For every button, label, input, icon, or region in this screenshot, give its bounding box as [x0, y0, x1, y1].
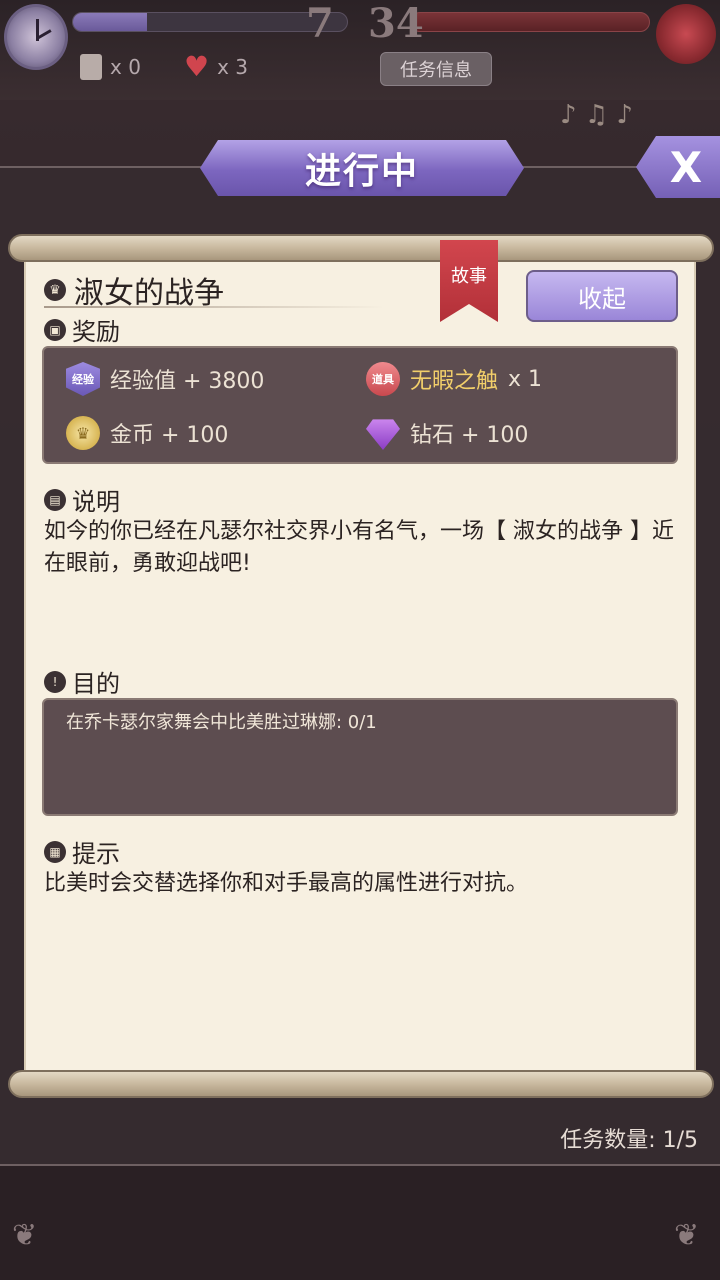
item-badge-icon: 道具 [366, 362, 400, 396]
scroll-rod-top [8, 234, 714, 262]
tip-section-label: ▦ 提示 [44, 834, 120, 869]
tip-label: 提示 [72, 840, 120, 868]
reward-diamond: 钻石 + 100 [366, 416, 528, 450]
top-hud: 7 34 x 0 ♥ x 3 任务信息 [0, 0, 720, 100]
exp-badge-icon: 经验 [66, 362, 100, 396]
reward-item-qty: x 1 [508, 366, 543, 392]
book-icon: ▤ [44, 488, 66, 511]
crown-icon: ♛ [44, 279, 66, 301]
rewards-section-label: ▣ 奖励 [44, 312, 120, 347]
tip-text: 比美时会交替选择你和对手最高的属性进行对抗。 [44, 871, 529, 896]
clock-icon [4, 4, 68, 70]
opponent-score-bar [410, 12, 650, 32]
reward-diamond-text: 钻石 + 100 [410, 423, 529, 448]
reward-exp-text: 经验值 + 3800 [110, 369, 265, 394]
scroll-rod-bottom [8, 1070, 714, 1098]
title-divider [44, 306, 384, 308]
corner-ornament-icon: ❦ [674, 1218, 700, 1253]
heart-icon: ♥ [184, 50, 210, 83]
close-icon: X [669, 142, 703, 192]
objective-section-label: ! 目的 [44, 664, 120, 699]
description-text: 如今的你已经在凡瑟尔社交界小有名气，一场【 淑女的战争 】近在眼前，勇敢迎战吧! [44, 519, 674, 576]
task-info-button[interactable]: 任务信息 [380, 52, 492, 86]
corner-ornament-icon: ❦ [12, 1218, 38, 1253]
description-section-label: ▤ 说明 [44, 482, 120, 517]
coin-icon: ♛ [66, 416, 100, 450]
reward-item[interactable]: 道具 无暇之触 x 1 [366, 362, 542, 396]
collapse-button[interactable]: 收起 [526, 270, 678, 322]
description-label: 说明 [72, 488, 120, 516]
reward-exp: 经验 经验值 + 3800 [66, 362, 264, 396]
rewards-label: 奖励 [72, 318, 120, 346]
reward-item-name: 无暇之触 [410, 369, 499, 394]
scroll-counter: x 0 [80, 54, 141, 80]
rose-icon [656, 4, 716, 64]
dialog-header-banner: 进行中 [200, 140, 524, 196]
quest-count: 任务数量: 1/5 [560, 1128, 698, 1153]
opponent-score: 34 [368, 0, 424, 47]
reward-coin-text: 金币 + 100 [110, 423, 229, 448]
diamond-icon [366, 419, 400, 450]
heart-counter: ♥ x 3 [184, 50, 249, 83]
player-score-fill [73, 13, 147, 31]
objective-label: 目的 [72, 670, 120, 698]
heart-count: x 3 [217, 55, 249, 79]
scroll-count: x 0 [110, 55, 141, 79]
dialog-header-title: 进行中 [304, 151, 419, 192]
scroll-icon [80, 54, 102, 80]
gift-icon: ▣ [44, 318, 66, 341]
note-icon: ▦ [44, 840, 66, 863]
reward-coin: ♛ 金币 + 100 [66, 416, 228, 450]
exclamation-icon: ! [44, 670, 66, 693]
player-score: 7 [306, 0, 334, 47]
objective-text: 在乔卡瑟尔家舞会中比美胜过琳娜: 0/1 [66, 712, 377, 733]
